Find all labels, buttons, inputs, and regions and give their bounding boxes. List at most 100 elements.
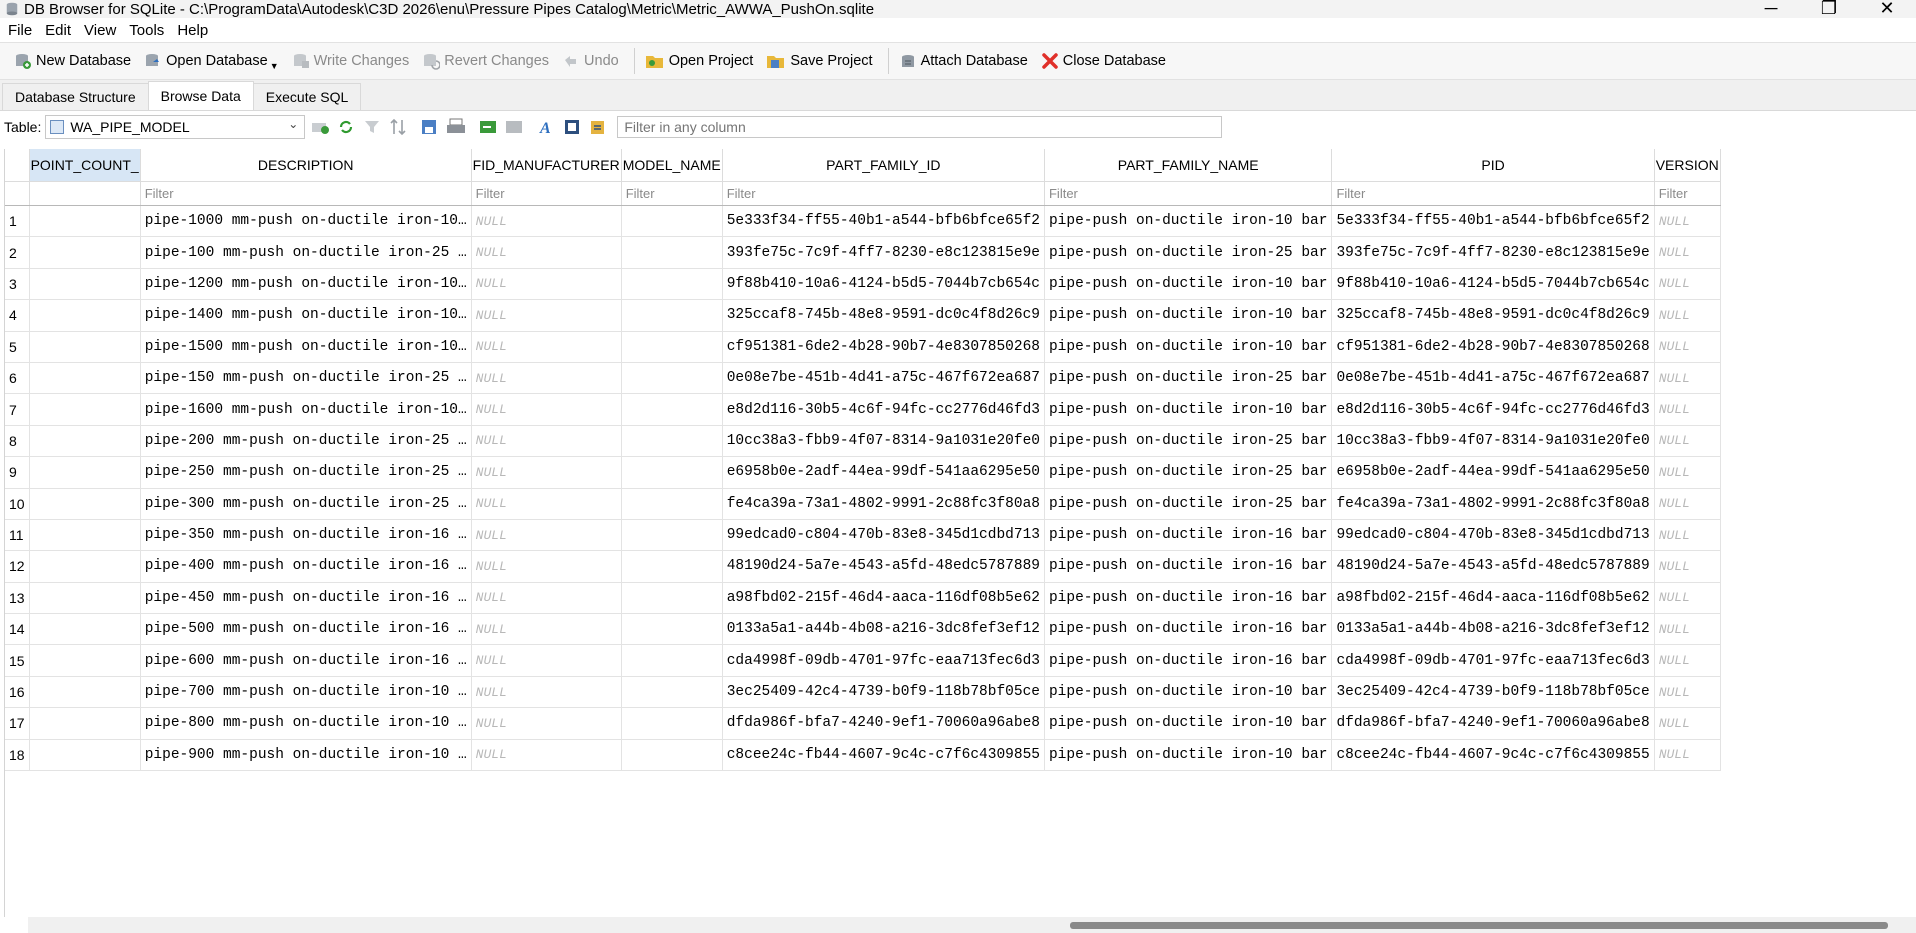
table-row[interactable]: 7 pipe-1600 mm-push on-ductile iron-10… NU…: [5, 393, 1721, 426]
cell-pid[interactable]: dfda986f-bfa7-4240-9ef1-70060a96abe8: [1331, 707, 1655, 740]
cell-pid[interactable]: 3ec25409-42c4-4739-b0f9-118b78bf05ce: [1331, 676, 1655, 709]
table-row[interactable]: 6 pipe-150 mm-push on-ductile iron-25 … NU…: [5, 362, 1721, 395]
cell-part-family-id[interactable]: 325ccaf8-745b-48e8-9591-dc0c4f8d26c9: [722, 299, 1045, 332]
table-row[interactable]: 18 pipe-900 mm-push on-ductile iron-10 … N…: [5, 739, 1721, 772]
cell-version[interactable]: NULL: [1654, 331, 1721, 363]
cell-pid[interactable]: 9f88b410-10a6-4124-b5d5-7044b7cb654c: [1331, 268, 1655, 301]
cell-part-family-name[interactable]: pipe-push on-ductile iron-10 bar: [1044, 299, 1333, 332]
row-number[interactable]: 14: [5, 613, 30, 646]
cell-part-family-name[interactable]: pipe-push on-ductile iron-25 bar: [1044, 425, 1333, 458]
cell-part-family-id[interactable]: e8d2d116-30b5-4c6f-94fc-cc2776d46fd3: [722, 393, 1045, 426]
table-row[interactable]: 3 pipe-1200 mm-push on-ductile iron-10… NU…: [5, 268, 1721, 301]
cell-fid-manufacturer[interactable]: NULL: [471, 488, 622, 520]
row-number[interactable]: 6: [5, 362, 30, 395]
save-table-icon[interactable]: [419, 116, 441, 138]
row-number[interactable]: 8: [5, 425, 30, 458]
cell-description[interactable]: pipe-100 mm-push on-ductile iron-25 …: [140, 236, 472, 269]
cell-version[interactable]: NULL: [1654, 393, 1721, 426]
table-row[interactable]: 11 pipe-350 mm-push on-ductile iron-16 … N…: [5, 519, 1721, 552]
cell-fid-manufacturer[interactable]: NULL: [471, 393, 622, 426]
cell-fid-manufacturer[interactable]: NULL: [471, 550, 622, 583]
cell-version[interactable]: NULL: [1654, 519, 1721, 552]
cell-version[interactable]: NULL: [1654, 268, 1721, 301]
cell-fid-manufacturer[interactable]: NULL: [471, 613, 622, 646]
menu-view[interactable]: View: [80, 22, 125, 39]
cell-model-name[interactable]: [621, 519, 723, 552]
cell-version[interactable]: NULL: [1654, 362, 1721, 395]
cell-part-family-name[interactable]: pipe-push on-ductile iron-10 bar: [1044, 707, 1333, 740]
cell-fid-manufacturer[interactable]: NULL: [471, 236, 622, 269]
tab-execute-sql[interactable]: Execute SQL: [252, 83, 362, 110]
cell-version[interactable]: NULL: [1654, 707, 1721, 740]
row-number[interactable]: 12: [5, 550, 30, 583]
cell-description[interactable]: pipe-900 mm-push on-ductile iron-10 …: [140, 739, 472, 772]
cell-version[interactable]: NULL: [1654, 425, 1721, 458]
column-header-fid-manufacturer[interactable]: FID_MANUFACTURER: [471, 149, 622, 182]
cell-part-family-name[interactable]: pipe-push on-ductile iron-25 bar: [1044, 236, 1333, 269]
menu-tools[interactable]: Tools: [125, 22, 173, 39]
cell-pid[interactable]: cda4998f-09db-4701-97fc-eaa713fec6d3: [1331, 644, 1655, 677]
cell-part-family-id[interactable]: 48190d24-5a7e-4543-a5fd-48edc5787889: [722, 550, 1045, 583]
cell-point-count[interactable]: [29, 644, 141, 677]
cell-model-name[interactable]: [621, 676, 723, 709]
column-header-point-count[interactable]: _POINT_COUNT: [29, 149, 141, 182]
table-selector[interactable]: WA_PIPE_MODEL ⌄: [45, 115, 306, 139]
filter-input-part-family-id[interactable]: Filter: [722, 181, 1045, 206]
cell-part-family-id[interactable]: dfda986f-bfa7-4240-9ef1-70060a96abe8: [722, 707, 1045, 740]
cell-version[interactable]: NULL: [1654, 613, 1721, 646]
cell-part-family-name[interactable]: pipe-push on-ductile iron-16 bar: [1044, 550, 1333, 583]
cell-part-family-id[interactable]: 5e333f34-ff55-40b1-a544-bfb6bfce65f2: [722, 205, 1045, 238]
cell-part-family-name[interactable]: pipe-push on-ductile iron-10 bar: [1044, 268, 1333, 301]
menu-file[interactable]: File: [4, 22, 41, 39]
open-project-button[interactable]: Open Project: [641, 46, 763, 76]
cell-fid-manufacturer[interactable]: NULL: [471, 739, 622, 772]
import-icon[interactable]: [477, 116, 499, 138]
cell-pid[interactable]: cf951381-6de2-4b28-90b7-4e8307850268: [1331, 331, 1655, 363]
cell-description[interactable]: pipe-800 mm-push on-ductile iron-10 …: [140, 707, 472, 740]
cell-pid[interactable]: 5e333f34-ff55-40b1-a544-bfb6bfce65f2: [1331, 205, 1655, 238]
cell-pid[interactable]: fe4ca39a-73a1-4802-9991-2c88fc3f80a8: [1331, 488, 1655, 520]
table-row[interactable]: 5 pipe-1500 mm-push on-ductile iron-10… NU…: [5, 331, 1721, 363]
table-row[interactable]: 2 pipe-100 mm-push on-ductile iron-25 … NU…: [5, 236, 1721, 269]
cell-point-count[interactable]: [29, 707, 141, 740]
cell-version[interactable]: NULL: [1654, 582, 1721, 615]
cell-point-count[interactable]: [29, 236, 141, 269]
cell-model-name[interactable]: [621, 393, 723, 426]
new-database-button[interactable]: New Database: [10, 46, 140, 76]
cell-model-name[interactable]: [621, 456, 723, 489]
filter-input-part-family-name[interactable]: Filter: [1044, 181, 1333, 206]
export-icon[interactable]: [503, 116, 525, 138]
cell-part-family-id[interactable]: 0133a5a1-a44b-4b08-a216-3dc8fef3ef12: [722, 613, 1045, 646]
cell-part-family-id[interactable]: c8cee24c-fb44-4607-9c4c-c7f6c4309855: [722, 739, 1045, 772]
cell-version[interactable]: NULL: [1654, 644, 1721, 677]
cell-fid-manufacturer[interactable]: NULL: [471, 362, 622, 395]
tab-database-structure[interactable]: Database Structure: [2, 83, 149, 110]
cell-point-count[interactable]: [29, 488, 141, 520]
cell-description[interactable]: pipe-250 mm-push on-ductile iron-25 …: [140, 456, 472, 489]
table-row[interactable]: 12 pipe-400 mm-push on-ductile iron-16 … N…: [5, 550, 1721, 583]
cell-version[interactable]: NULL: [1654, 456, 1721, 489]
cell-version[interactable]: NULL: [1654, 205, 1721, 238]
cell-model-name[interactable]: [621, 268, 723, 301]
minimize-button[interactable]: ─: [1742, 0, 1800, 22]
column-header-model-name[interactable]: MODEL_NAME: [621, 149, 723, 182]
cell-point-count[interactable]: [29, 676, 141, 709]
refresh-icon[interactable]: [335, 116, 357, 138]
cell-description[interactable]: pipe-350 mm-push on-ductile iron-16 …: [140, 519, 472, 552]
cell-model-name[interactable]: [621, 707, 723, 740]
print-icon[interactable]: [445, 116, 467, 138]
cell-point-count[interactable]: [29, 331, 141, 363]
cell-part-family-id[interactable]: 9f88b410-10a6-4124-b5d5-7044b7cb654c: [722, 268, 1045, 301]
filter-input-point-count[interactable]: [29, 181, 141, 206]
scrollbar-thumb[interactable]: [1070, 922, 1888, 929]
cell-point-count[interactable]: [29, 268, 141, 301]
cell-pid[interactable]: 10cc38a3-fbb9-4f07-8314-9a1031e20fe0: [1331, 425, 1655, 458]
cell-description[interactable]: pipe-1600 mm-push on-ductile iron-10…: [140, 393, 472, 426]
maximize-button[interactable]: ❐: [1800, 0, 1858, 22]
cell-fid-manufacturer[interactable]: NULL: [471, 707, 622, 740]
text-align-icon[interactable]: [561, 116, 583, 138]
horizontal-scrollbar[interactable]: [28, 917, 1916, 933]
cell-point-count[interactable]: [29, 550, 141, 583]
cell-point-count[interactable]: [29, 519, 141, 552]
cell-model-name[interactable]: [621, 205, 723, 238]
